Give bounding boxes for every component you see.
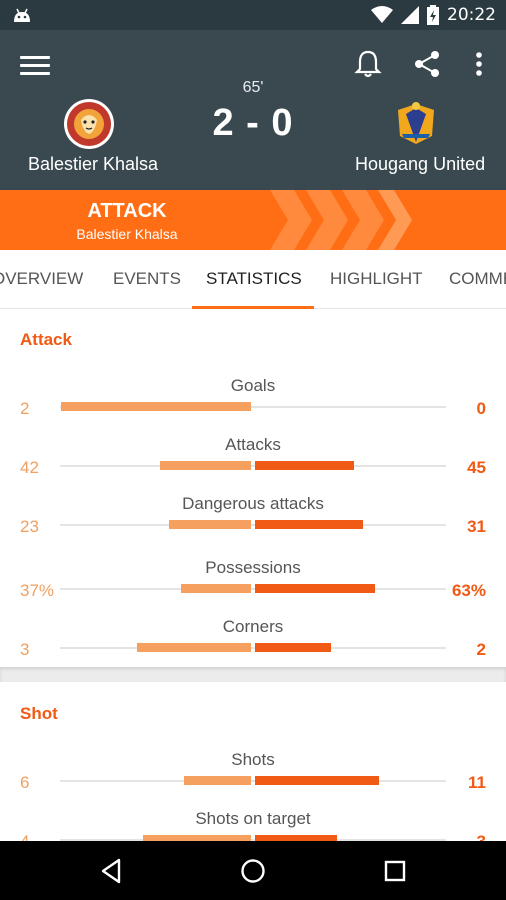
stat-track bbox=[60, 588, 446, 590]
stat-home-value: 6 bbox=[20, 773, 30, 792]
battery-icon bbox=[427, 5, 439, 25]
more-vert-icon[interactable] bbox=[463, 48, 495, 80]
section-divider bbox=[0, 667, 506, 682]
stat-home-value: 4 bbox=[20, 832, 29, 841]
stat-away-bar bbox=[255, 461, 354, 470]
stat-home-value: 2 bbox=[20, 399, 30, 418]
tab-bar: OVERVIEW EVENTS STATISTICS HIGHLIGHT COM… bbox=[0, 250, 506, 309]
tab-highlight[interactable]: HIGHLIGHT bbox=[330, 250, 423, 308]
match-minute: 65' bbox=[242, 79, 264, 96]
attack-banner: ATTACK Balestier Khalsa bbox=[0, 190, 506, 250]
stat-label: Attacks bbox=[225, 435, 281, 454]
menu-icon[interactable] bbox=[20, 52, 50, 78]
chevrons-decoration bbox=[270, 190, 412, 250]
wifi-icon bbox=[371, 6, 393, 23]
stat-home-bar bbox=[160, 461, 251, 470]
android-icon bbox=[14, 8, 30, 22]
signal-icon bbox=[401, 6, 419, 24]
stat-away-value: 0 bbox=[476, 399, 486, 418]
tab-events[interactable]: EVENTS bbox=[113, 250, 181, 308]
away-team-name[interactable]: Hougang United bbox=[355, 154, 485, 175]
status-bar: 20:22 bbox=[0, 0, 506, 30]
stat-away-value: 31 bbox=[467, 517, 486, 536]
banner-subtitle: Balestier Khalsa bbox=[76, 226, 178, 242]
back-icon[interactable] bbox=[97, 856, 127, 886]
stat-home-bar bbox=[137, 643, 251, 652]
stat-label: Shots bbox=[231, 750, 275, 769]
tab-statistics[interactable]: STATISTICS bbox=[206, 250, 302, 308]
stat-home-bar bbox=[61, 402, 251, 411]
attack-section: Attack Goals 2 0 Attacks 42 45 Dangerous… bbox=[0, 309, 506, 667]
stat-away-bar bbox=[255, 520, 363, 529]
away-team-logo[interactable] bbox=[390, 98, 442, 150]
share-icon[interactable] bbox=[411, 48, 443, 80]
tab-overview[interactable]: OVERVIEW bbox=[0, 250, 83, 308]
stat-label: Goals bbox=[230, 376, 276, 395]
home-team-logo[interactable] bbox=[63, 98, 115, 150]
stat-away-value: 11 bbox=[468, 773, 486, 792]
home-team-name[interactable]: Balestier Khalsa bbox=[28, 154, 158, 175]
section-title: Attack bbox=[20, 330, 72, 349]
tab-commentary[interactable]: COMMENTARY bbox=[449, 250, 506, 308]
bell-icon[interactable] bbox=[352, 48, 384, 80]
recents-icon[interactable] bbox=[380, 856, 410, 886]
stat-home-value: 3 bbox=[20, 640, 30, 659]
stat-away-bar bbox=[255, 643, 331, 652]
navigation-bar bbox=[0, 841, 506, 900]
stat-label: Corners bbox=[222, 617, 284, 636]
banner-title: ATTACK bbox=[87, 200, 167, 222]
stat-home-bar bbox=[181, 584, 251, 593]
stat-away-value: 63% bbox=[451, 581, 486, 600]
status-time: 20:22 bbox=[447, 5, 496, 25]
stat-away-value: 2 bbox=[476, 640, 486, 659]
stat-track bbox=[60, 647, 446, 649]
stat-home-bar bbox=[169, 520, 251, 529]
stat-away-value: 3 bbox=[477, 832, 486, 841]
match-header: 65' 2 - 0 Balestier Khalsa Hougang Unite… bbox=[0, 30, 506, 190]
stat-home-value: 42 bbox=[20, 458, 39, 477]
stat-label: Shots on target bbox=[195, 809, 311, 828]
stat-track bbox=[60, 465, 446, 467]
stat-track bbox=[60, 780, 446, 782]
stat-home-bar bbox=[184, 776, 251, 785]
stat-label: Dangerous attacks bbox=[182, 494, 324, 513]
section-title: Shot bbox=[20, 704, 58, 723]
stat-away-bar bbox=[255, 776, 379, 785]
shot-section: Shot Shots 6 11 Shots on target 4 3 bbox=[0, 682, 506, 841]
stat-track bbox=[60, 524, 446, 526]
stat-label: Possessions bbox=[205, 558, 301, 577]
stat-home-value: 23 bbox=[20, 517, 39, 536]
home-icon[interactable] bbox=[238, 856, 268, 886]
stat-home-value: 37% bbox=[20, 581, 55, 600]
stat-away-value: 45 bbox=[467, 458, 486, 477]
stat-away-bar bbox=[255, 584, 375, 593]
